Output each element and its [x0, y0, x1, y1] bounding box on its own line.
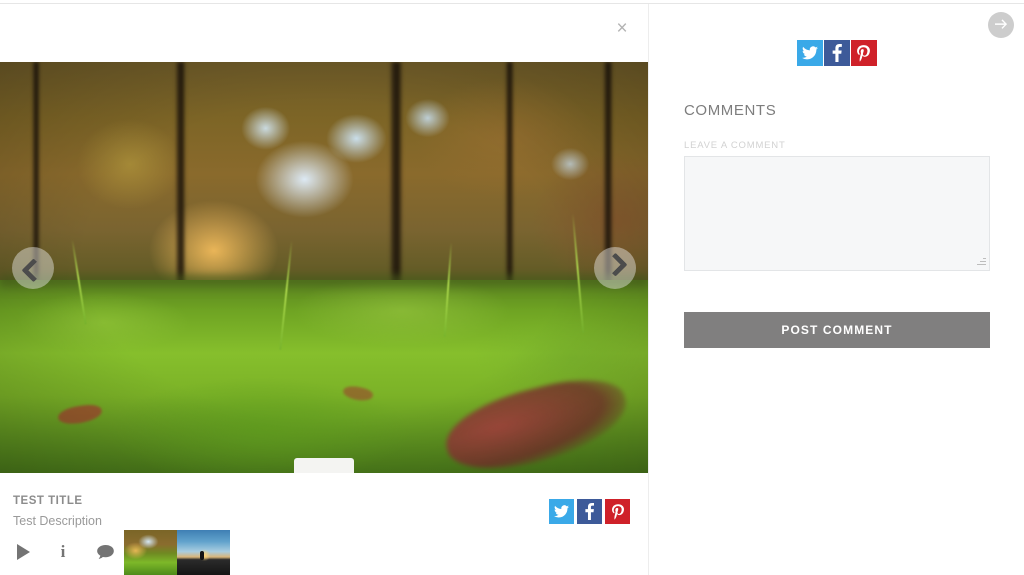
- twitter-icon[interactable]: [549, 499, 574, 524]
- prev-arrow-button[interactable]: [12, 246, 54, 289]
- comment-input[interactable]: [684, 156, 990, 271]
- arrow-right-icon: [994, 19, 1007, 29]
- photo-autumn-forest: [0, 62, 648, 473]
- facebook-icon[interactable]: [823, 40, 850, 66]
- media-pane: × TEST TITLE Test Description i: [0, 4, 648, 575]
- share-row-bottom: [549, 499, 630, 524]
- photo-stage[interactable]: [0, 62, 648, 473]
- lightbox-overlay: × TEST TITLE Test Description i COMMENTS…: [0, 0, 1024, 575]
- pinterest-icon[interactable]: [605, 499, 630, 524]
- comments-toggle-button[interactable]: [88, 535, 122, 569]
- facebook-icon[interactable]: [577, 499, 602, 524]
- close-icon[interactable]: ×: [606, 12, 638, 44]
- pinterest-icon[interactable]: [850, 40, 877, 66]
- thumbnail-strip: [124, 530, 230, 575]
- play-icon: [16, 544, 30, 560]
- media-toolbar: i: [0, 528, 648, 575]
- post-comment-button[interactable]: POST COMMENT: [684, 312, 990, 348]
- comment-field-label: LEAVE A COMMENT: [684, 140, 786, 151]
- media-header: ×: [0, 4, 648, 62]
- caption-bar: TEST TITLE Test Description i: [0, 473, 648, 575]
- chevron-left-icon: [20, 258, 46, 283]
- next-arrow-button[interactable]: [594, 246, 636, 289]
- comments-pane: COMMENTS LEAVE A COMMENT POST COMMENT: [648, 4, 1024, 575]
- caption-title: TEST TITLE: [13, 495, 83, 507]
- next-item-button[interactable]: [988, 12, 1014, 38]
- comments-heading: COMMENTS: [684, 102, 777, 119]
- caption-collapse-toggle[interactable]: [294, 458, 354, 473]
- speech-bubble-icon: [96, 544, 114, 559]
- thumbnail-item[interactable]: [177, 530, 230, 575]
- caption-description: Test Description: [13, 514, 102, 528]
- twitter-icon[interactable]: [796, 40, 823, 66]
- chevron-down-icon: [317, 471, 330, 473]
- chevron-right-icon: [602, 252, 628, 277]
- info-button[interactable]: i: [46, 535, 80, 569]
- share-row-side: [649, 40, 1024, 66]
- thumbnail-item[interactable]: [124, 530, 177, 575]
- play-slideshow-button[interactable]: [6, 535, 40, 569]
